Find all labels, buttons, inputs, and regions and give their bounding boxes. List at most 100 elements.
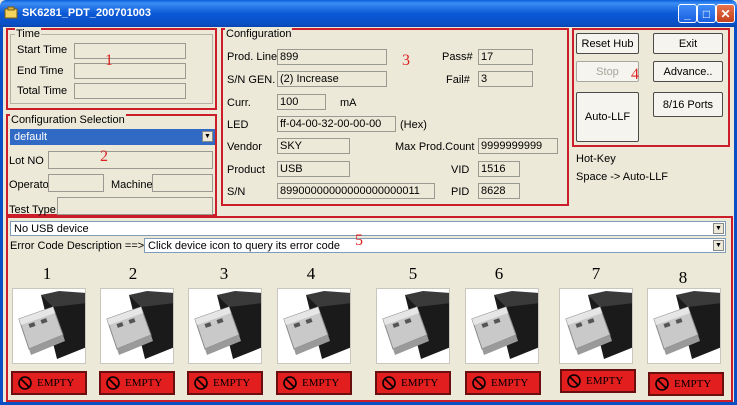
ports-button[interactable]: 8/16 Ports	[653, 92, 723, 117]
usb-drive-icon[interactable]	[12, 288, 86, 364]
slot-status-button[interactable]: EMPTY	[187, 371, 263, 395]
slot-status-label: EMPTY	[491, 377, 529, 389]
slot-status-button[interactable]: EMPTY	[276, 371, 352, 395]
no-entry-icon	[472, 376, 486, 390]
slot-status-button[interactable]: EMPTY	[375, 371, 451, 395]
window-title: SK6281_PDT_200701003	[22, 7, 152, 19]
start-time-label: Start Time	[17, 44, 68, 56]
chevron-down-icon[interactable]: ▼	[202, 131, 213, 142]
pass-label: Pass#	[442, 51, 473, 63]
no-entry-icon	[655, 377, 669, 391]
pid-field: 8628	[478, 183, 520, 199]
prod-line-label: Prod. Line	[227, 51, 278, 63]
product-field: USB	[277, 161, 350, 177]
no-entry-icon	[283, 376, 297, 390]
slot-status-button[interactable]: EMPTY	[648, 372, 724, 396]
slot-number: 3	[219, 264, 229, 283]
curr-label: Curr.	[227, 97, 251, 109]
slot-status-label: EMPTY	[37, 377, 75, 389]
vid-label: VID	[451, 164, 470, 176]
lot-no-field[interactable]	[48, 151, 213, 169]
config-selection-label: Configuration Selection	[10, 114, 126, 126]
total-time-field	[74, 83, 186, 99]
no-entry-icon	[567, 374, 581, 388]
annotation-1: 1	[105, 52, 113, 69]
slot-number: 1	[42, 264, 52, 283]
close-button[interactable]: ✕	[716, 4, 735, 23]
slot-status-button[interactable]: EMPTY	[560, 369, 636, 393]
slot-status-button[interactable]: EMPTY	[11, 371, 87, 395]
usb-drive-icon[interactable]	[188, 288, 262, 364]
advance-button[interactable]: Advance..	[653, 61, 723, 82]
chevron-down-icon[interactable]: ▼	[713, 240, 724, 251]
lot-no-label: Lot NO	[9, 155, 44, 167]
error-code-select[interactable]: Click device icon to query its error cod…	[144, 238, 726, 253]
slot-number: 4	[306, 264, 316, 283]
max-prod-count-field: 9999999999	[478, 138, 558, 154]
test-type-label: Test Type	[9, 204, 56, 216]
config-select[interactable]: default ▼	[10, 129, 215, 145]
annotation-4: 4	[631, 66, 639, 83]
sn-gen-label: S/N GEN.	[227, 74, 276, 86]
machine-label: Machine	[111, 179, 153, 191]
app-icon	[4, 6, 18, 19]
slot-number: 6	[494, 264, 504, 283]
time-group-label: Time	[15, 28, 42, 40]
start-time-field	[74, 43, 186, 59]
maximize-button[interactable]: □	[697, 4, 716, 23]
usb-drive-icon[interactable]	[465, 288, 539, 364]
no-entry-icon	[18, 376, 32, 390]
slot-status-button[interactable]: EMPTY	[99, 371, 175, 395]
slot-number: 8	[678, 268, 688, 287]
usb-drive-icon[interactable]	[277, 288, 351, 364]
max-prod-count-label: Max Prod.Count	[395, 141, 475, 153]
stop-button[interactable]: Stop	[576, 61, 639, 82]
hotkey-title: Hot-Key	[576, 153, 616, 165]
usb-drive-icon[interactable]	[559, 288, 633, 364]
usb-drive-icon[interactable]	[647, 288, 721, 364]
product-label: Product	[227, 164, 265, 176]
pass-count-field: 17	[478, 49, 533, 65]
auto-llf-button[interactable]: Auto-LLF	[576, 92, 639, 142]
slot-number: 7	[591, 264, 601, 283]
no-entry-icon	[106, 376, 120, 390]
total-time-label: Total Time	[17, 85, 68, 97]
minimize-icon: _	[684, 7, 691, 21]
usb-drive-icon[interactable]	[376, 288, 450, 364]
test-type-field[interactable]	[57, 197, 213, 215]
slot-status-button[interactable]: EMPTY	[465, 371, 541, 395]
led-unit: (Hex)	[400, 119, 427, 131]
operator-label: Operator	[9, 179, 53, 191]
config-selected-value: default	[14, 131, 48, 143]
chevron-down-icon[interactable]: ▼	[713, 223, 724, 234]
vendor-field: SKY	[277, 138, 350, 154]
exit-button[interactable]: Exit	[653, 33, 723, 54]
pid-label: PID	[451, 186, 470, 198]
annotation-5: 5	[355, 232, 363, 249]
fail-count-field: 3	[478, 71, 533, 87]
configuration-label: Configuration	[225, 28, 293, 40]
usb-drive-icon[interactable]	[100, 288, 174, 364]
vendor-label: Vendor	[227, 141, 262, 153]
annotation-2: 2	[100, 148, 108, 165]
operator-field[interactable]	[48, 174, 104, 192]
led-label: LED	[227, 119, 249, 131]
curr-unit: mA	[340, 97, 357, 109]
end-time-label: End Time	[17, 65, 64, 77]
slot-status-label: EMPTY	[213, 377, 251, 389]
no-entry-icon	[382, 376, 396, 390]
slot-number: 5	[408, 264, 418, 283]
hotkey-line: Space -> Auto-LLF	[576, 171, 669, 183]
machine-field[interactable]	[152, 174, 213, 192]
sn-label: S/N	[227, 186, 246, 198]
annotation-3: 3	[402, 52, 410, 69]
reset-hub-button[interactable]: Reset Hub	[576, 33, 639, 54]
device-select[interactable]: No USB device ▼	[10, 221, 726, 236]
slot-status-label: EMPTY	[586, 375, 624, 387]
minimize-button[interactable]: _	[678, 4, 697, 23]
error-code-label: Error Code Description ==>	[10, 240, 145, 252]
curr-field: 100	[277, 94, 326, 110]
sn-gen-field: (2) Increase	[277, 71, 387, 87]
vid-field: 1516	[478, 161, 520, 177]
no-entry-icon	[194, 376, 208, 390]
